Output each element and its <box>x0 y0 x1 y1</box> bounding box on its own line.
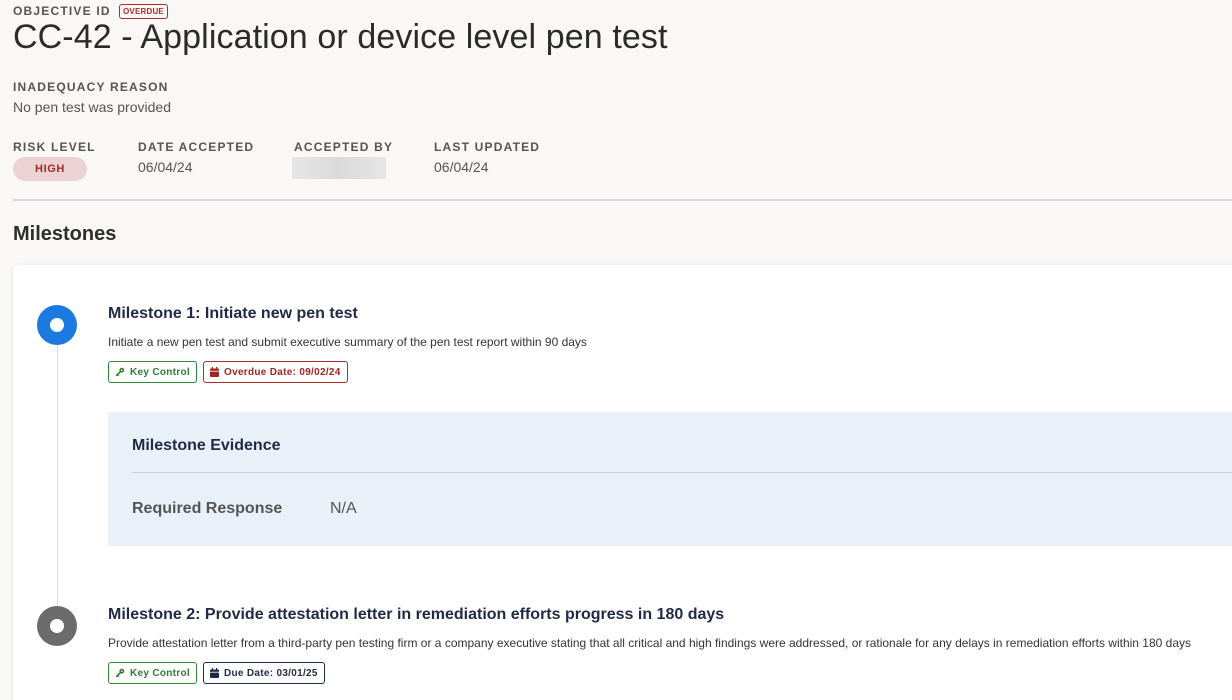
milestone-2-title: Milestone 2: Provide attestation letter … <box>108 606 725 623</box>
required-response-value: N/A <box>330 500 357 517</box>
inadequacy-reason-value: No pen test was provided <box>13 99 171 115</box>
inadequacy-reason-label: INADEQUACY REASON <box>13 80 169 94</box>
milestone-evidence-title: Milestone Evidence <box>132 437 281 454</box>
milestone-2-description: Provide attestation letter from a third-… <box>108 636 1192 650</box>
date-accepted-label: DATE ACCEPTED <box>138 140 255 154</box>
calendar-icon <box>210 668 219 678</box>
accepted-by-label: ACCEPTED BY <box>294 140 394 154</box>
milestone-1-description: Initiate a new pen test and submit execu… <box>108 335 587 349</box>
risk-level-badge: HIGH <box>13 157 87 181</box>
risk-level-label: RISK LEVEL <box>13 140 96 154</box>
required-response-label: Required Response <box>132 500 283 517</box>
milestone-2-status-node <box>37 606 77 646</box>
accepted-by-redacted-value <box>292 157 386 179</box>
milestone-1-overdue-date-tag: Overdue Date: 09/02/24 <box>203 361 348 383</box>
milestone-2-due-date-label: Due Date: 03/01/25 <box>224 667 318 679</box>
milestone-1-key-control-tag: Key Control <box>108 361 197 383</box>
last-updated-value: 06/04/24 <box>434 159 489 175</box>
last-updated-label: LAST UPDATED <box>434 140 541 154</box>
evidence-divider <box>132 472 1232 473</box>
timeline-connector <box>57 345 58 607</box>
date-accepted-value: 06/04/24 <box>138 159 193 175</box>
milestones-section-title: Milestones <box>13 223 117 245</box>
milestone-2-key-control-label: Key Control <box>130 667 190 679</box>
milestone-1-status-node <box>37 305 77 345</box>
milestone-1-evidence-panel <box>108 412 1232 546</box>
milestone-2-key-control-tag: Key Control <box>108 662 197 684</box>
objective-id-label: OBJECTIVE ID <box>13 4 111 18</box>
overdue-status-badge: OVERDUE <box>119 4 168 19</box>
key-icon <box>115 668 125 678</box>
milestone-1-key-control-label: Key Control <box>130 366 190 378</box>
milestone-1-title: Milestone 1: Initiate new pen test <box>108 305 358 322</box>
milestone-1-overdue-date-label: Overdue Date: 09/02/24 <box>224 366 341 378</box>
page-title: CC-42 - Application or device level pen … <box>13 18 668 56</box>
milestone-2-due-date-tag: Due Date: 03/01/25 <box>203 662 325 684</box>
key-icon <box>115 367 125 377</box>
header-divider <box>13 199 1232 201</box>
calendar-icon <box>210 367 219 377</box>
